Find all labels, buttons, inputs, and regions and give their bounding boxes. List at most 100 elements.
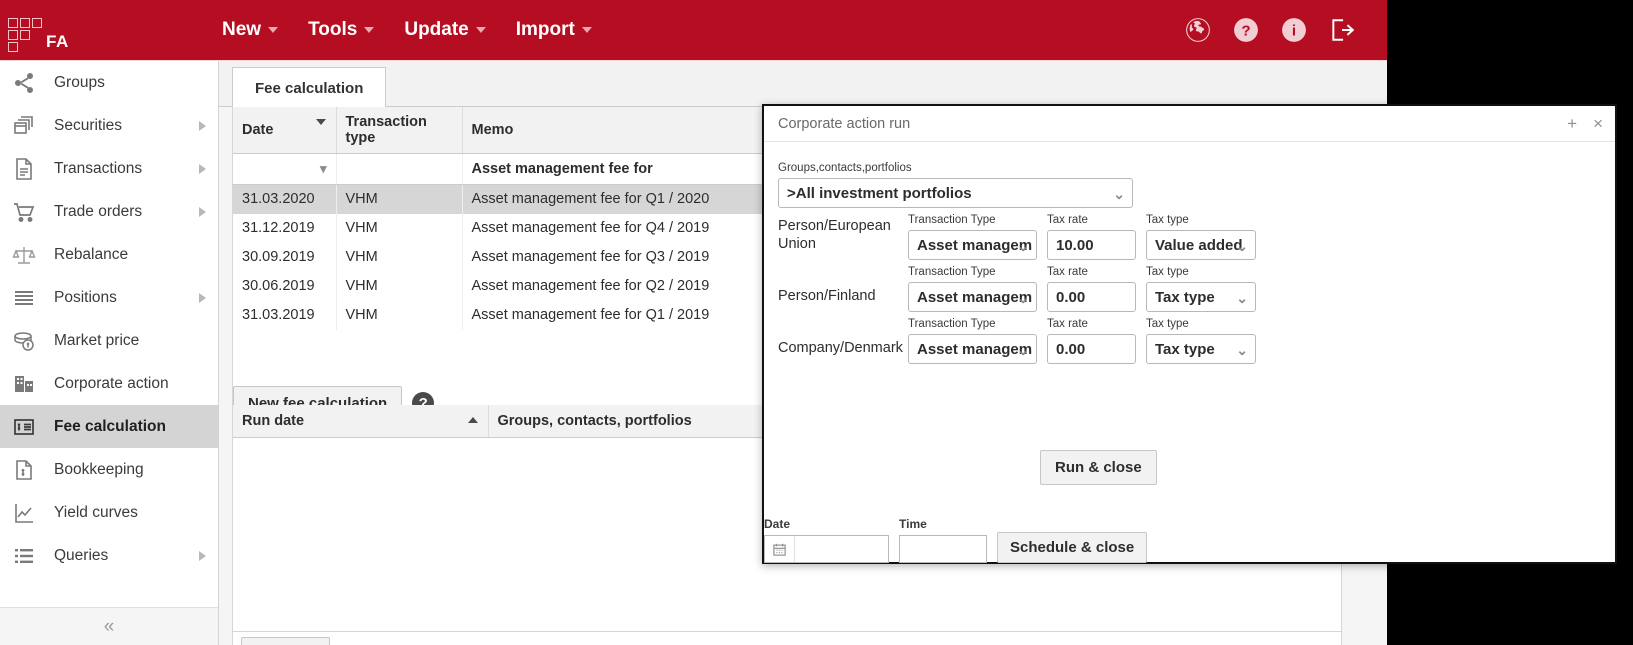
transaction-type-select[interactable]: Asset managem ⌄ bbox=[908, 334, 1037, 364]
sidebar-item-label: Trade orders bbox=[54, 202, 143, 220]
logout-icon[interactable] bbox=[1329, 17, 1355, 43]
sidebar-collapse-button[interactable]: « bbox=[0, 607, 218, 645]
tax-rate-field: Tax rate 0.00 bbox=[1047, 266, 1136, 312]
main-menu: New Tools Update Import bbox=[222, 19, 592, 41]
sidebar-item-securities[interactable]: Securities bbox=[0, 104, 218, 147]
share-nodes-icon bbox=[10, 69, 38, 97]
tax-type-field: Tax type Tax type ⌄ bbox=[1146, 318, 1256, 364]
transaction-type-field: Transaction Type Asset managem ⌄ bbox=[908, 214, 1037, 260]
dollar-page-icon bbox=[10, 456, 38, 484]
menu-tools[interactable]: Tools bbox=[308, 19, 375, 41]
filter-date[interactable]: ▾ bbox=[233, 153, 337, 185]
schedule-section: Date Time Schedule & close bbox=[764, 517, 1148, 563]
sidebar-item-label: Rebalance bbox=[54, 245, 129, 263]
sidebar-item-rebalance[interactable]: Rebalance bbox=[0, 233, 218, 276]
top-navigation-bar: FA New Tools Update Import ? i bbox=[0, 0, 1387, 60]
scales-icon bbox=[10, 241, 38, 269]
tax-rate-label: Tax rate bbox=[1047, 214, 1088, 226]
menu-import-label: Import bbox=[515, 19, 575, 40]
globe-icon[interactable] bbox=[1185, 17, 1211, 43]
date-input[interactable] bbox=[764, 535, 889, 563]
transaction-type-label: Transaction Type bbox=[908, 214, 996, 226]
transaction-type-select[interactable]: Asset managem ⌄ bbox=[908, 282, 1037, 312]
time-input[interactable] bbox=[899, 535, 987, 563]
sidebar-item-bookkeeping[interactable]: Bookkeeping bbox=[0, 448, 218, 491]
tax-type-value: Tax type bbox=[1155, 288, 1215, 306]
chevron-down-icon bbox=[268, 27, 279, 33]
tax-type-field: Tax type Tax type ⌄ bbox=[1146, 266, 1256, 312]
sidebar-item-market-price[interactable]: Market price bbox=[0, 319, 218, 362]
tax-rate-input[interactable]: 0.00 bbox=[1047, 334, 1136, 364]
filter-transaction-type[interactable] bbox=[336, 153, 463, 185]
tax-type-select[interactable]: Value added ⌄ bbox=[1146, 230, 1256, 260]
date-field: Date bbox=[764, 517, 889, 563]
dialog-header[interactable]: Corporate action run + × bbox=[764, 106, 1615, 142]
chevron-right-icon bbox=[199, 206, 206, 217]
run-actions-bar: New run bbox=[232, 632, 1342, 645]
info-circle-icon[interactable]: i bbox=[1281, 17, 1307, 43]
groups-select[interactable]: >All investment portfolios ⌄ bbox=[778, 178, 1133, 208]
schedule-and-close-button[interactable]: Schedule & close bbox=[997, 532, 1148, 563]
sidebar-item-yield-curves[interactable]: Yield curves bbox=[0, 491, 218, 534]
tax-rate-label: Tax rate bbox=[1047, 318, 1088, 330]
sort-desc-icon bbox=[315, 119, 326, 125]
menu-import[interactable]: Import bbox=[516, 19, 592, 41]
dialog-title: Corporate action run bbox=[778, 115, 911, 132]
cell-date: 30.06.2019 bbox=[233, 271, 337, 301]
sidebar-item-trade-orders[interactable]: Trade orders bbox=[0, 190, 218, 233]
column-header-transaction-type[interactable]: Transaction type bbox=[336, 107, 463, 154]
logo-text: FA bbox=[46, 32, 69, 51]
close-icon[interactable]: × bbox=[1593, 115, 1603, 132]
dialog-add-icon[interactable]: + bbox=[1567, 115, 1577, 132]
sidebar-item-corporate-action[interactable]: Corporate action bbox=[0, 362, 218, 405]
tax-type-select[interactable]: Tax type ⌄ bbox=[1146, 334, 1256, 364]
menu-new[interactable]: New bbox=[222, 19, 279, 41]
chevron-down-icon: ⌄ bbox=[1017, 290, 1029, 306]
groups-field: Groups,contacts,portfolios >All investme… bbox=[778, 162, 1133, 208]
dialog-body: Groups,contacts,portfolios >All investme… bbox=[764, 142, 1615, 563]
tax-rate-input[interactable]: 10.00 bbox=[1047, 230, 1136, 260]
tax-rate-field: Tax rate 0.00 bbox=[1047, 318, 1136, 364]
tab-fee-calculation[interactable]: Fee calculation bbox=[232, 67, 387, 108]
time-field: Time bbox=[899, 517, 987, 563]
stacked-boxes-icon bbox=[10, 112, 38, 140]
new-run-button[interactable]: New run bbox=[241, 637, 331, 645]
coins-icon bbox=[10, 327, 38, 355]
sidebar-item-queries[interactable]: Queries bbox=[0, 534, 218, 577]
tax-rate-label: Tax rate bbox=[1047, 266, 1088, 278]
sidebar-item-transactions[interactable]: Transactions bbox=[0, 147, 218, 190]
bullet-list-icon bbox=[10, 542, 38, 570]
tax-type-label: Tax type bbox=[1146, 266, 1189, 278]
app-logo[interactable]: FA bbox=[0, 0, 72, 60]
sidebar-item-fee-calculation[interactable]: Fee calculation bbox=[0, 405, 218, 448]
column-header-run-date[interactable]: Run date bbox=[233, 405, 489, 438]
run-and-close-button[interactable]: Run & close bbox=[1040, 450, 1157, 485]
chevron-down-icon bbox=[364, 27, 375, 33]
sidebar: Groups Securities Transactions Trade ord… bbox=[0, 60, 219, 645]
menu-update[interactable]: Update bbox=[404, 19, 486, 41]
tax-rate-input[interactable]: 0.00 bbox=[1047, 282, 1136, 312]
sidebar-item-groups[interactable]: Groups bbox=[0, 61, 218, 104]
chevron-right-icon bbox=[199, 120, 206, 131]
tax-type-select[interactable]: Tax type ⌄ bbox=[1146, 282, 1256, 312]
building-icon bbox=[10, 370, 38, 398]
sidebar-menu: Groups Securities Transactions Trade ord… bbox=[0, 61, 218, 586]
chevron-down-icon: ⌄ bbox=[1017, 238, 1029, 254]
column-header-date[interactable]: Date bbox=[233, 107, 337, 154]
column-label: Date bbox=[242, 122, 274, 138]
list-lines-icon bbox=[10, 284, 38, 312]
cell-transaction-type: VHM bbox=[336, 213, 463, 243]
calendar-icon[interactable] bbox=[765, 536, 795, 562]
chevron-right-icon bbox=[199, 292, 206, 303]
transaction-type-select[interactable]: Asset managem ⌄ bbox=[908, 230, 1037, 260]
sidebar-item-label: Transactions bbox=[54, 159, 143, 177]
sidebar-item-positions[interactable]: Positions bbox=[0, 276, 218, 319]
document-icon bbox=[10, 155, 38, 183]
line-chart-icon bbox=[10, 499, 38, 527]
svg-text:i: i bbox=[1292, 22, 1296, 39]
cell-transaction-type: VHM bbox=[336, 271, 463, 301]
run-close-wrap: Run & close bbox=[1040, 450, 1157, 485]
chevron-down-icon[interactable]: ▾ bbox=[320, 161, 327, 177]
question-circle-icon[interactable]: ? bbox=[1233, 17, 1259, 43]
row-label: Company/Denmark bbox=[778, 340, 903, 357]
